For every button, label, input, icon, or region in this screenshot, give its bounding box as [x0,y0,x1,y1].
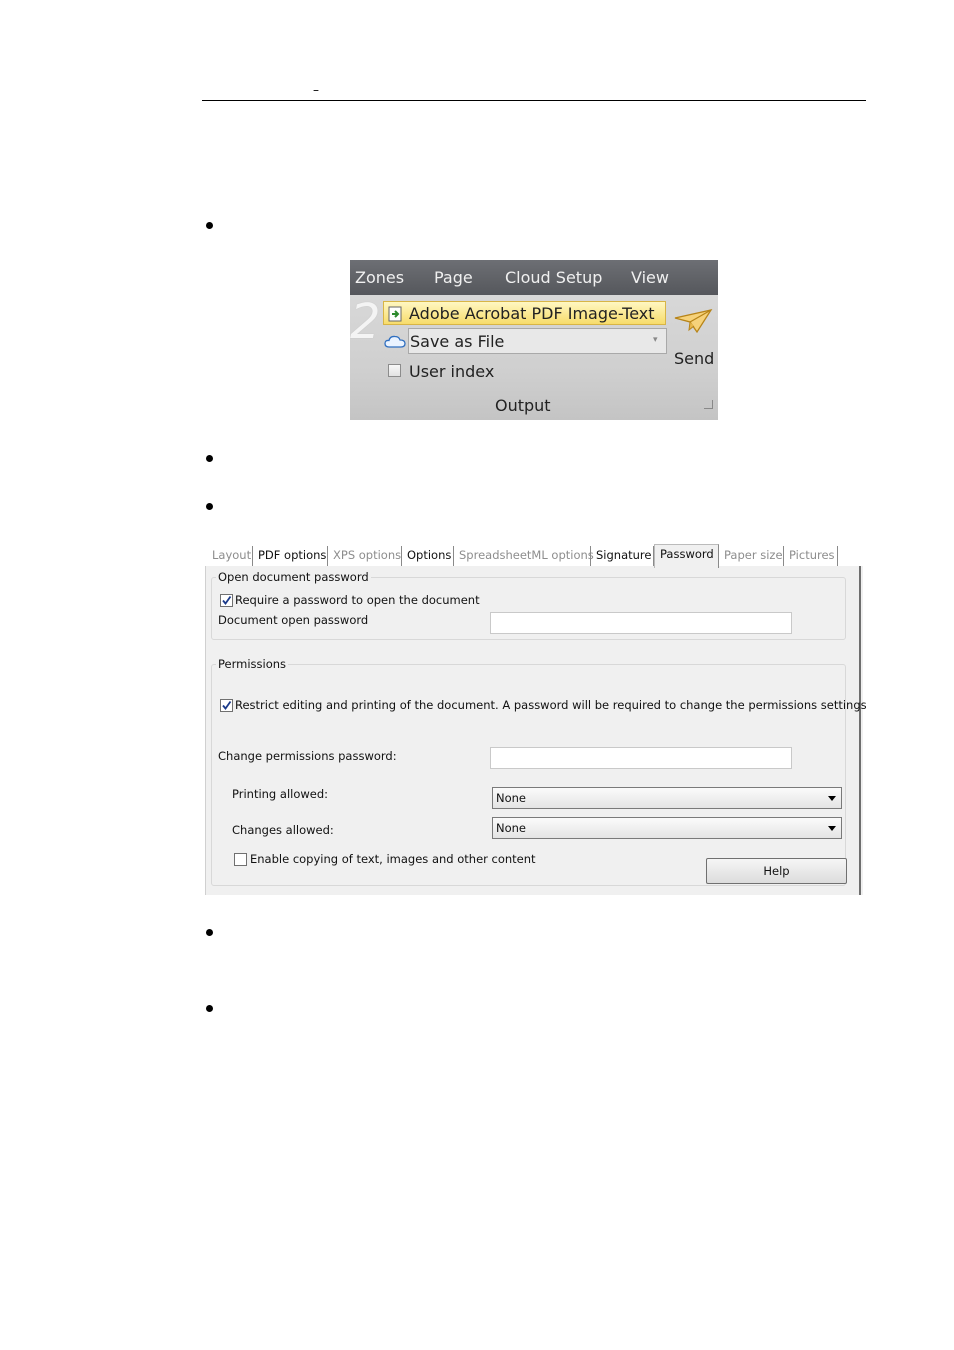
pdf-format-icon [388,306,402,326]
format-value: Adobe Acrobat PDF Image-Text [409,304,655,323]
change-permissions-password-input[interactable] [490,747,792,769]
permissions-group-title: Permissions [216,657,289,671]
dialog-launcher-icon[interactable] [704,400,713,409]
open-password-group-title: Open document password [216,570,371,584]
tab-spreadsheetml-options[interactable]: SpreadsheetML options [454,546,594,566]
tab-layout[interactable]: Layout [207,546,253,566]
step-number: 2 [350,294,381,350]
header-rule [202,100,866,101]
chevron-down-icon [828,796,836,801]
printing-allowed-select[interactable]: None [492,787,842,809]
changes-allowed-value: None [496,821,527,835]
changes-allowed-select[interactable]: None [492,817,842,839]
user-index-checkbox[interactable] [388,364,401,377]
bullet-3 [206,503,213,510]
tab-options[interactable]: Options [402,546,454,566]
tab-pictures[interactable]: Pictures [784,546,838,566]
ribbon-tab-bar: Zones Page Cloud Setup View [350,260,718,295]
tab-password[interactable]: Password [654,544,719,568]
restrict-editing-checkbox[interactable] [220,699,233,712]
document-open-password-input[interactable] [490,612,792,634]
destination-dropdown-icon[interactable]: ▾ [653,335,658,345]
dialog-tab-strip: Layout PDF options XPS options Options S… [205,542,863,568]
user-index-label: User index [409,362,495,381]
bullet-5 [206,1005,213,1012]
help-button[interactable]: Help [706,858,847,884]
tab-signature[interactable]: Signature [591,546,654,566]
tab-paper-size[interactable]: Paper size [719,546,784,566]
cloud-icon [384,334,406,353]
enable-copying-checkbox[interactable] [234,853,247,866]
tab-pdf-options[interactable]: PDF options [253,546,328,566]
ribbon-tab-cloud-setup[interactable]: Cloud Setup [505,269,602,287]
send-button[interactable]: Send [674,350,714,368]
changes-allowed-label: Changes allowed: [232,823,334,837]
send-icon[interactable] [673,308,713,338]
printing-allowed-label: Printing allowed: [232,787,329,801]
restrict-editing-label: Restrict editing and printing of the doc… [235,698,867,712]
document-open-password-label: Document open password [218,613,369,627]
ribbon-tab-page[interactable]: Page [434,269,473,287]
tab-xps-options[interactable]: XPS options [328,546,402,566]
ribbon-tab-view[interactable]: View [631,269,669,287]
ribbon-screenshot: Zones Page Cloud Setup View 2 Adobe Acro… [350,260,718,420]
ribbon-tab-zones[interactable]: Zones [355,269,404,287]
bullet-4 [206,929,213,936]
enable-copying-label: Enable copying of text, images and other… [250,852,536,866]
bullet-1 [206,222,213,229]
destination-value: Save as File [410,332,505,351]
header-mark: – [313,83,319,97]
password-dialog-screenshot: Layout PDF options XPS options Options S… [205,542,867,895]
chevron-down-icon [828,826,836,831]
require-password-label: Require a password to open the document [235,593,480,607]
bullet-2 [206,455,213,462]
require-password-checkbox[interactable] [220,594,233,607]
ribbon-group-label: Output [495,396,551,415]
change-permissions-password-label: Change permissions password: [218,749,397,763]
printing-allowed-value: None [496,791,527,805]
